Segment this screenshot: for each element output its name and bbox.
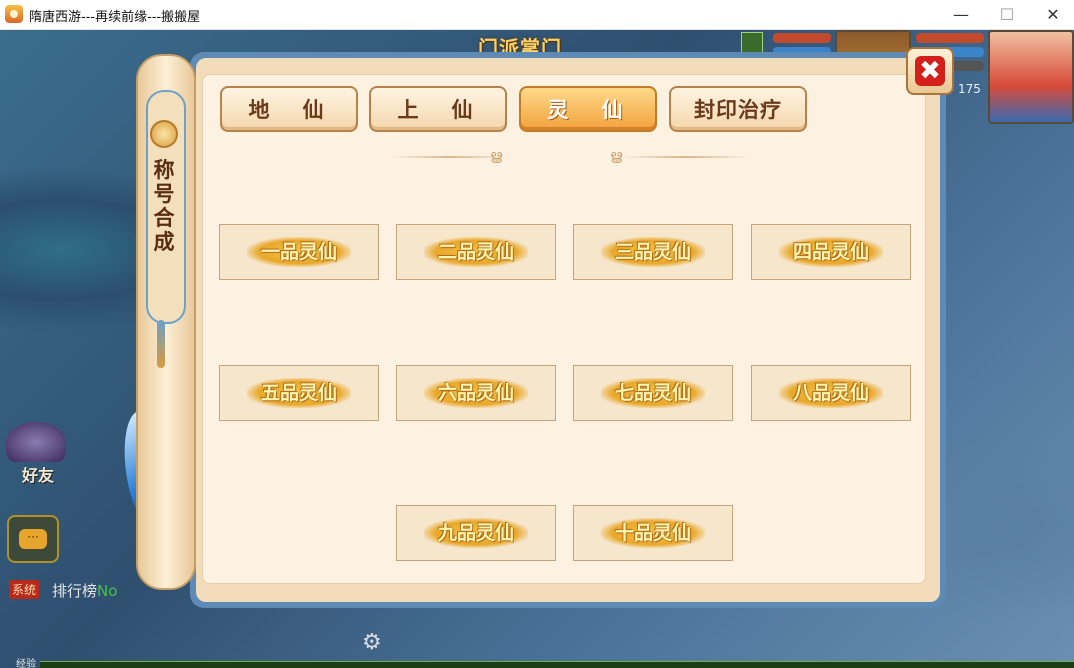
title-option-4[interactable]: 四品灵仙 — [751, 224, 911, 280]
leaderboard-suffix: No — [97, 582, 118, 600]
title-label: 十品灵仙 — [600, 518, 705, 548]
title-label: 二品灵仙 — [423, 237, 528, 267]
window-titlebar: 隋唐西游---再续前缘---搬搬屋 — ☐ ✕ — [0, 0, 1074, 30]
title-option-10[interactable]: 十品灵仙 — [573, 505, 733, 561]
tab-shang-xian[interactable]: 上 仙 — [369, 86, 507, 132]
leaderboard-label: 排行榜 — [52, 582, 98, 600]
panel-content — [202, 74, 926, 584]
title-label: 五品灵仙 — [246, 378, 351, 408]
buff-icon[interactable] — [741, 32, 763, 54]
knot-icon — [150, 120, 178, 148]
title-label: 八品灵仙 — [778, 378, 883, 408]
title-option-1[interactable]: 一品灵仙 — [219, 224, 379, 280]
window-title: 隋唐西游---再续前缘---搬搬屋 — [29, 10, 201, 25]
leaderboard-message: 排行榜No — [52, 580, 117, 601]
panel-side-title: 称号合成 — [153, 158, 175, 254]
exp-bar — [40, 661, 1074, 668]
system-badge: 系统 — [9, 580, 40, 599]
title-label: 四品灵仙 — [778, 237, 883, 267]
title-label: 六品灵仙 — [423, 378, 528, 408]
title-label: 一品灵仙 — [246, 237, 351, 267]
tab-ling-xian[interactable]: 灵 仙 — [519, 86, 657, 132]
player-level: 175 — [958, 82, 981, 96]
title-label: 九品灵仙 — [423, 518, 528, 548]
maximize-button[interactable]: ☐ — [984, 0, 1030, 29]
window-close-button[interactable]: ✕ — [1030, 0, 1074, 29]
chat-icon: ··· — [19, 529, 47, 549]
title-option-2[interactable]: 二品灵仙 — [396, 224, 556, 280]
title-option-5[interactable]: 五品灵仙 — [219, 365, 379, 421]
friends-label[interactable]: 好友 — [22, 462, 54, 486]
exp-label: 经验 — [16, 659, 36, 668]
panel-close-button[interactable]: ✖ — [906, 47, 954, 95]
pet-hp-bar — [773, 33, 831, 43]
title-label: 七品灵仙 — [600, 378, 705, 408]
title-option-6[interactable]: 六品灵仙 — [396, 365, 556, 421]
gear-icon[interactable]: ⚙ — [362, 630, 382, 655]
player-hp-bar — [916, 33, 984, 43]
friends-icon[interactable] — [6, 422, 66, 462]
divider-right — [620, 156, 750, 158]
title-option-3[interactable]: 三品灵仙 — [573, 224, 733, 280]
tab-di-xian[interactable]: 地 仙 — [220, 86, 358, 132]
title-option-8[interactable]: 八品灵仙 — [751, 365, 911, 421]
tab-seal-heal[interactable]: 封印治疗 — [669, 86, 807, 132]
app-icon — [5, 5, 23, 23]
swirl-left-icon: ൠ — [490, 148, 503, 164]
title-option-7[interactable]: 七品灵仙 — [573, 365, 733, 421]
player-portrait[interactable] — [988, 30, 1074, 124]
chat-button[interactable]: ··· — [7, 515, 59, 563]
close-icon: ✖ — [915, 56, 945, 86]
tassel-decoration — [157, 320, 165, 368]
title-label: 三品灵仙 — [600, 237, 705, 267]
minimize-button[interactable]: — — [938, 0, 984, 29]
title-option-9[interactable]: 九品灵仙 — [396, 505, 556, 561]
